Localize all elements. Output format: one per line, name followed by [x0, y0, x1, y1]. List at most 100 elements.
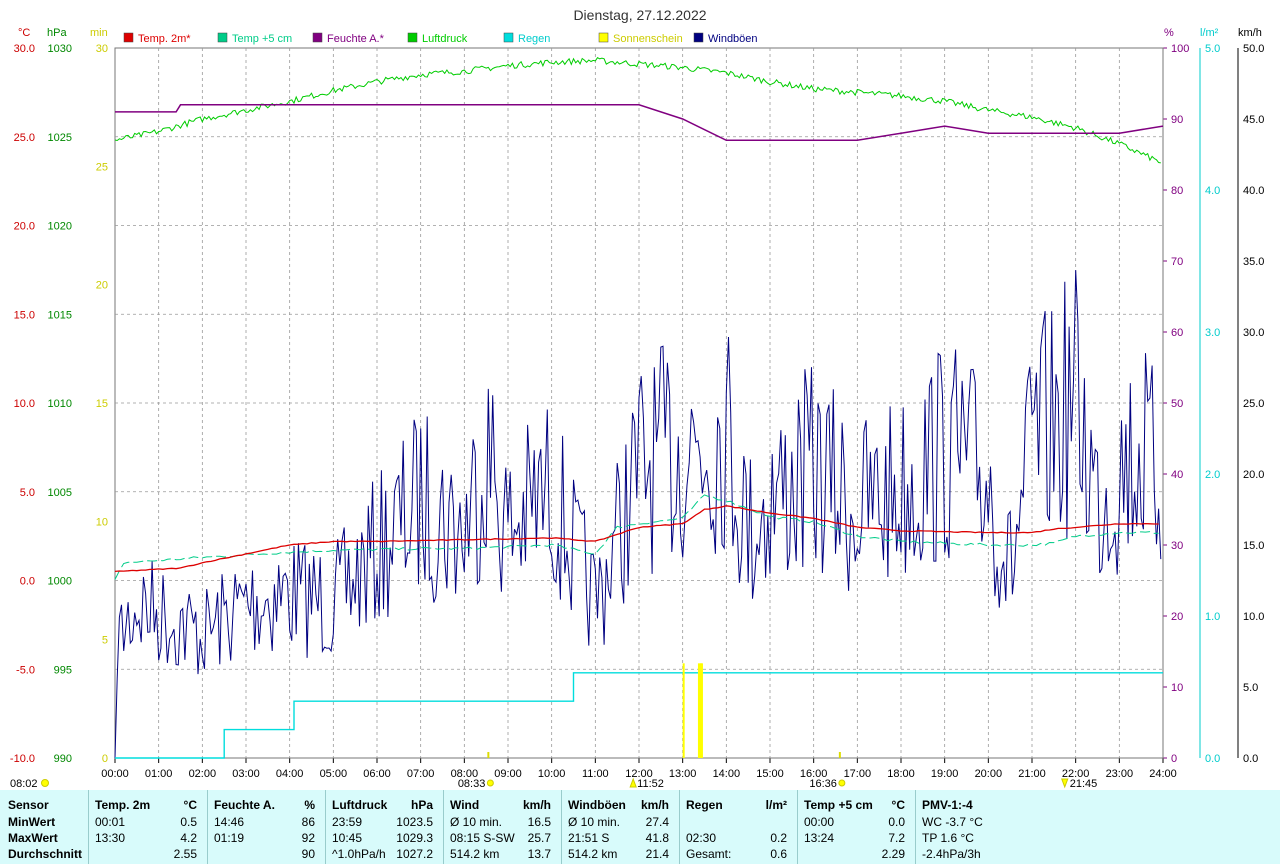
tick-rain: 3.0 [1205, 327, 1220, 339]
stats-cell-label: 00:00 [804, 815, 835, 829]
stats-column-unit: hPa [410, 798, 433, 812]
tick-sun: 15 [96, 398, 108, 410]
legend: Temp. 2m* Temp +5 cm Feuchte A.* Luftdruck R… [123, 32, 758, 45]
stats-cell-label: Ø 10 min. [450, 815, 503, 829]
tick-temp: 5.0 [20, 487, 35, 499]
tick-x: 09:00 [494, 768, 522, 780]
axis-unit-sun: min [90, 27, 108, 39]
axis-unit-temp: °C [18, 27, 30, 39]
legend-entry: Feuchte A.* [327, 33, 385, 45]
tick-sun: 5 [102, 635, 108, 647]
stats-cell-label: 23:59 [332, 815, 363, 829]
tick-wind: 40.0 [1243, 185, 1264, 197]
marker-noon-label: 11:52 [637, 778, 664, 790]
legend-swatch [503, 32, 514, 43]
label-sensor: Sensor [8, 798, 49, 812]
tick-press: 1025 [48, 132, 72, 144]
stats-column-title: Windböen [568, 798, 626, 812]
tick-sun: 30 [96, 43, 108, 55]
tick-x: 19:00 [931, 768, 959, 780]
label-max: MaxWert [8, 831, 58, 845]
stats-column: PMV-1:-4 WC -3.7 °C TP 1.6 °C -2.4hPa/3h [915, 790, 1065, 864]
tick-wind: 25.0 [1243, 398, 1264, 410]
stats-cell-value: 41.8 [645, 831, 669, 845]
stats-column-title: Feuchte A. [214, 798, 275, 812]
tick-rain: 2.0 [1205, 469, 1220, 481]
axis-unit-wind: km/h [1238, 27, 1262, 39]
sun-icon [41, 779, 49, 787]
tick-hum: 60 [1171, 327, 1183, 339]
stats-column: Windböen km/h Ø 10 min. 27.4 21:51 S 41.8 514.… [561, 790, 679, 864]
tick-hum: 20 [1171, 611, 1183, 623]
tick-press: 1020 [48, 221, 72, 233]
stats-cell-label: 13:30 [95, 831, 126, 845]
stats-cell-label: Gesamt: [686, 847, 732, 861]
tick-hum: 30 [1171, 540, 1183, 552]
stats-column-unit: °C [891, 798, 905, 812]
tick-wind: 5.0 [1243, 682, 1258, 694]
stats-cell-label: 21:51 S [568, 831, 610, 845]
axis-unit-hum: % [1164, 27, 1174, 39]
stats-column-unit: km/h [640, 798, 669, 812]
chart-title: Dienstag, 27.12.2022 [573, 7, 706, 23]
legend-entry: Temp. 2m* [138, 33, 191, 45]
legend-entry: Windböen [708, 33, 758, 45]
tick-hum: 80 [1171, 185, 1183, 197]
max-wind-marker-icon [1061, 778, 1069, 789]
stats-cell-label: 01:19 [214, 831, 245, 845]
tick-press: 1015 [48, 309, 72, 321]
tick-x: 15:00 [756, 768, 784, 780]
label-min: MinWert [8, 815, 56, 829]
tick-x: 24:00 [1149, 768, 1177, 780]
tick-press: 1000 [48, 576, 72, 588]
marker-sunrise-label: 08:33 [458, 778, 486, 790]
tick-rain: 5.0 [1205, 43, 1220, 55]
stats-cell-value: 25.7 [527, 831, 551, 845]
stats-cell-value: 2.29 [881, 847, 905, 861]
stats-cell-label: 02:30 [686, 831, 717, 845]
stats-cell-label: -2.4hPa/3h [922, 847, 981, 861]
tick-press: 1030 [48, 43, 72, 55]
legend-swatch [217, 32, 228, 43]
legend-swatch [598, 32, 609, 43]
stats-panel: Sensor MinWert MaxWert Durchschnitt Temp… [0, 790, 1280, 864]
tick-x: 13:00 [669, 768, 697, 780]
tick-temp: 25.0 [14, 132, 35, 144]
tick-press: 995 [54, 664, 72, 676]
stats-cell-value: 1027.2 [396, 847, 433, 861]
stats-column-title: Regen [686, 798, 723, 812]
tick-hum: 100 [1171, 43, 1189, 55]
tick-x: 11:00 [582, 768, 609, 780]
tick-hum: 40 [1171, 469, 1183, 481]
stats-column-title: Temp +5 cm [804, 798, 873, 812]
tick-sun: 25 [96, 161, 108, 173]
tick-x: 23:00 [1106, 768, 1134, 780]
tick-temp: 15.0 [14, 309, 35, 321]
stats-column-title: PMV-1:-4 [922, 798, 973, 812]
tick-x: 20:00 [975, 768, 1003, 780]
weather-chart: Dienstag, 27.12.2022 Temp. 2m* Temp +5 cm… [10, 7, 1265, 790]
tick-x: 01:00 [145, 768, 173, 780]
tick-temp: 0.0 [20, 576, 35, 588]
legend-swatch [407, 32, 418, 43]
tick-press: 990 [54, 753, 72, 765]
stats-cell-value: 90 [301, 847, 315, 861]
stats-cell-value: 21.4 [645, 847, 669, 861]
tick-rain: 0.0 [1205, 753, 1220, 765]
tick-temp: -5.0 [16, 664, 35, 676]
axis-unit-rain: l/m² [1200, 27, 1219, 39]
stats-column: Regen l/m² 02:30 0.2 Gesamt: 0.6 [679, 790, 797, 864]
stats-cell-value: 86 [301, 815, 315, 829]
tick-temp: 20.0 [14, 221, 35, 233]
legend-swatch [123, 32, 134, 43]
tick-x: 00:00 [101, 768, 129, 780]
legend-swatch [693, 32, 704, 43]
tick-wind: 0.0 [1243, 753, 1258, 765]
tick-x: 18:00 [887, 768, 915, 780]
stats-column: Temp. 2m °C 00:01 0.5 13:30 4.2 2.55 [88, 790, 207, 864]
tick-x: 04:00 [276, 768, 304, 780]
stats-column-unit: km/h [522, 798, 551, 812]
label-avg: Durchschnitt [8, 847, 83, 861]
stats-column: Feuchte A.% 14:46 86 01:19 92 90 [207, 790, 325, 864]
tick-hum: 0 [1171, 753, 1177, 765]
